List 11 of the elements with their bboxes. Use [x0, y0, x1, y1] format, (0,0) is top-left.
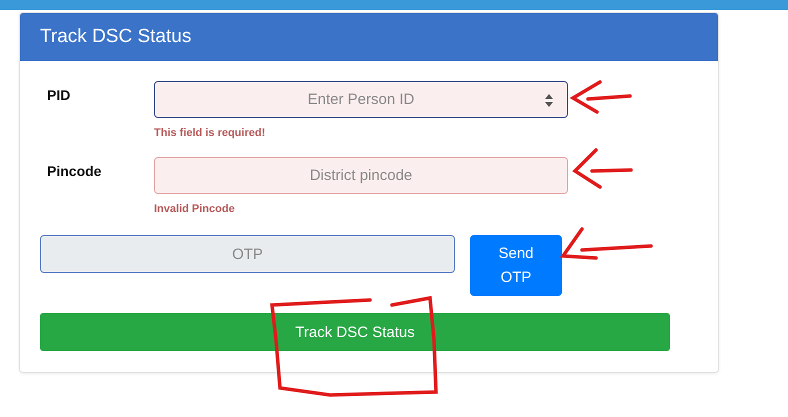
error-message: This field is required!: [154, 127, 266, 139]
field-label: PID: [46, 86, 72, 105]
arrow-drawing: [572, 148, 633, 189]
arrow-drawing: [570, 80, 632, 114]
error-message: Invalid Pincode: [154, 203, 236, 215]
input-field[interactable]: Enter Person ID: [154, 81, 568, 118]
field-label: Pincode: [46, 162, 102, 181]
input-field[interactable]: District pincode: [154, 157, 568, 194]
track-status-button[interactable]: Track DSC Status: [40, 313, 670, 351]
card-title: Track DSC Status: [40, 26, 192, 48]
spinner-icon[interactable]: [545, 94, 553, 107]
